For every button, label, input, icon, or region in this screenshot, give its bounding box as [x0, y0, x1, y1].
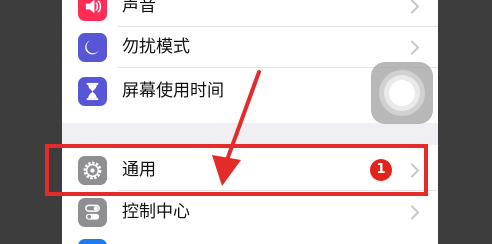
annotation-arrow-icon — [212, 70, 261, 186]
